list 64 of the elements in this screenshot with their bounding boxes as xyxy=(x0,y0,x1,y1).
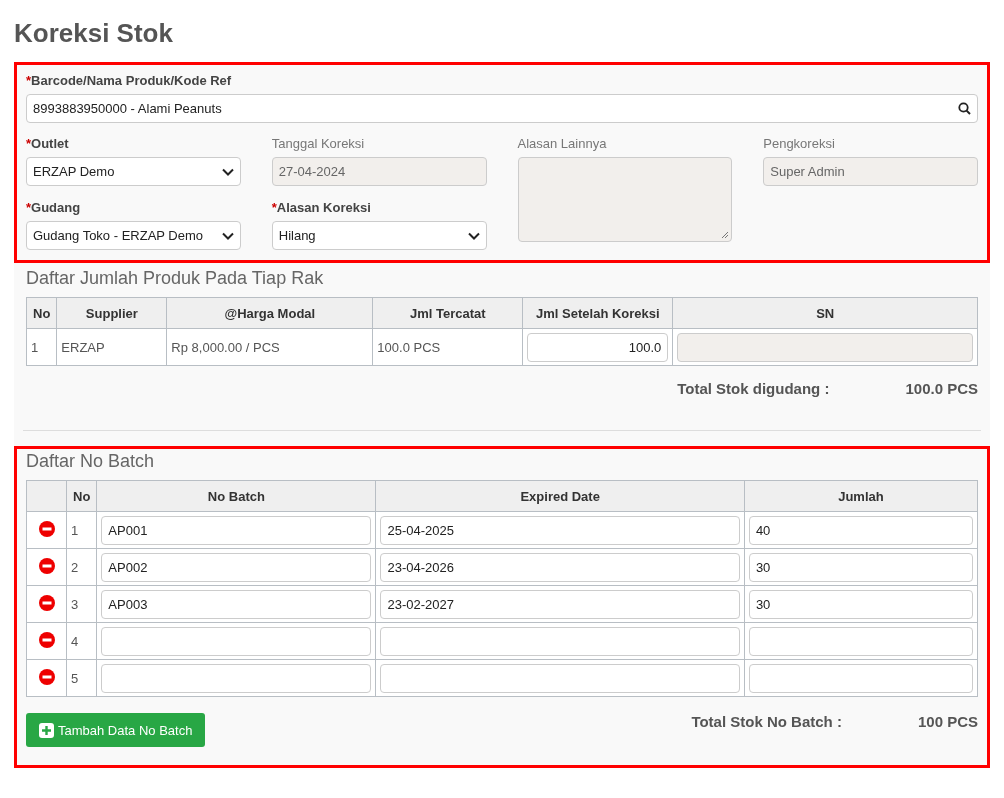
chevron-down-icon xyxy=(467,231,480,240)
table-cell: 5 xyxy=(66,659,97,697)
total-label: Total Stok No Batch : xyxy=(691,713,842,730)
input-field[interactable] xyxy=(380,626,740,656)
column-header: SN xyxy=(672,297,978,329)
search-icon[interactable] xyxy=(958,102,971,115)
input-field[interactable]: AP002 xyxy=(101,552,372,582)
remove-icon[interactable] xyxy=(38,557,55,574)
column-header: No xyxy=(26,297,57,329)
remove-icon[interactable] xyxy=(38,520,55,537)
table-cell: 2 xyxy=(66,548,97,586)
input-field[interactable]: 100.0 xyxy=(527,332,669,362)
column-header: @Harga Modal xyxy=(166,297,373,329)
remove-icon[interactable] xyxy=(38,668,55,685)
input-field[interactable]: 40 xyxy=(748,515,973,545)
total-value: 100 PCS xyxy=(917,713,978,730)
input-field[interactable]: 30 xyxy=(748,589,973,619)
field-label: *Outlet xyxy=(26,136,70,151)
chevron-down-icon xyxy=(221,167,234,176)
input-field[interactable]: AP001 xyxy=(101,515,372,545)
chevron-down-icon xyxy=(221,231,234,240)
remove-icon[interactable] xyxy=(38,594,55,611)
select-field[interactable]: Hilang xyxy=(271,221,487,250)
input-field[interactable]: AP003 xyxy=(101,589,372,619)
field-label: *Barcode/Nama Produk/Kode Ref xyxy=(26,73,233,88)
resize-grip-icon xyxy=(721,231,730,239)
section-title: Daftar Jumlah Produk Pada Tiap Rak xyxy=(26,268,325,289)
input-field[interactable] xyxy=(101,626,372,656)
input-field[interactable] xyxy=(748,663,973,693)
search-field[interactable]: 8993883950000 - Alami Peanuts xyxy=(26,94,978,123)
field-label: Alasan Lainnya xyxy=(517,136,608,151)
input-field[interactable]: 23-04-2026 xyxy=(380,552,740,582)
total-label: Total Stok digudang : xyxy=(677,380,830,397)
table-cell: 100.0 PCS xyxy=(372,328,523,366)
select-field[interactable]: ERZAP Demo xyxy=(26,157,241,186)
total-value: 100.0 PCS xyxy=(905,380,978,397)
field-label: *Gudang xyxy=(26,200,82,215)
page-title: Koreksi Stok xyxy=(14,17,174,50)
select-field[interactable]: Gudang Toko - ERZAP Demo xyxy=(26,221,241,250)
column-header: Jumlah xyxy=(744,480,978,512)
plus-icon xyxy=(39,722,54,738)
column-header: Jml Tercatat xyxy=(372,297,523,329)
section-title: Daftar No Batch xyxy=(26,451,156,472)
input-field[interactable]: 25-04-2025 xyxy=(380,515,740,545)
column-header: Jml Setelah Koreksi xyxy=(522,297,673,329)
field-label: Tanggal Koreksi xyxy=(271,136,366,151)
field-label: *Alasan Koreksi xyxy=(271,200,372,215)
column-header: No xyxy=(66,480,97,512)
table-cell: Rp 8,000.00 / PCS xyxy=(166,328,373,366)
table-cell: 4 xyxy=(66,622,97,660)
input-field[interactable] xyxy=(101,663,372,693)
table-cell: ERZAP xyxy=(56,328,167,366)
input-field[interactable]: 30 xyxy=(748,552,973,582)
input-field[interactable]: 23-02-2027 xyxy=(380,589,740,619)
table-cell: 1 xyxy=(26,328,57,366)
table-cell: 3 xyxy=(66,585,97,623)
input-field[interactable] xyxy=(380,663,740,693)
column-header: Supplier xyxy=(56,297,167,329)
field-label: Pengkoreksi xyxy=(763,136,836,151)
remove-icon[interactable] xyxy=(38,631,55,648)
table-cell: 1 xyxy=(66,511,97,549)
input-field[interactable] xyxy=(748,626,973,656)
column-header: No Batch xyxy=(96,480,376,512)
column-header: Expired Date xyxy=(375,480,745,512)
